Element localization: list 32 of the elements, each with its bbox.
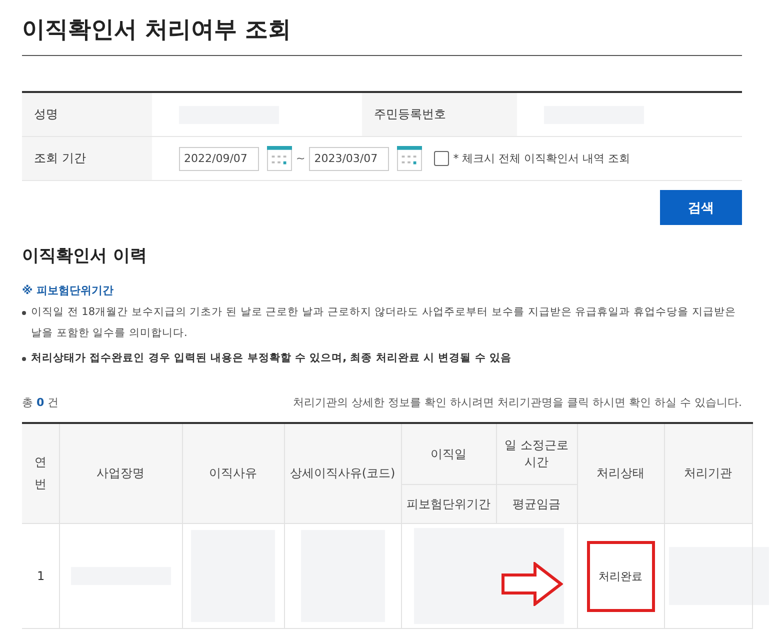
column-header: 이직일 — [401, 423, 496, 484]
column-header: 피보험단위기간 — [401, 484, 496, 524]
checkbox[interactable] — [434, 151, 450, 166]
bullet-icon — [22, 357, 26, 361]
date-field[interactable]: 2022/09/07 — [179, 146, 259, 170]
date-separator: ~ — [296, 152, 306, 165]
calendar-icon[interactable] — [267, 146, 292, 171]
date-field[interactable]: 2023/03/07 — [309, 146, 390, 170]
column-header: 연번 — [22, 423, 59, 524]
page-title: 이직확인서 처리여부 조회 — [22, 14, 742, 56]
status-text: 처리완료 — [586, 540, 654, 612]
field-label: 주민등록번호 — [362, 93, 517, 136]
column-header: 상세이직사유(코드) — [284, 423, 401, 524]
note-text: 이직일 전 18개월간 보수지급의 기초가 된 날로 근로한 날과 근로하지 않더라도 사업주로부터 보수를 지급받은 유급휴일과 휴업수당을 지급받은 날을 포함한 일수를 의미합니다. — [31, 305, 737, 341]
column-header: 일 소정근로시간 — [496, 423, 577, 484]
column-header: 평균임금 — [496, 484, 577, 524]
column-header: 이직사유 — [182, 423, 284, 524]
result-count: 총 0 건 — [22, 395, 59, 410]
checkbox-label: * 체크시 전체 이직확인서 내역 조회 — [453, 151, 630, 166]
column-header: 처리기관 — [664, 423, 752, 524]
search-button[interactable]: 검색 — [660, 190, 742, 225]
column-header: 사업장명 — [59, 423, 182, 524]
field-label: 조회 기간 — [22, 137, 152, 180]
note-title: ※ 피보험단위기간 — [22, 283, 115, 298]
bullet-icon — [22, 311, 26, 315]
note-text: 처리상태가 접수완료인 경우 입력된 내용은 부정확할 수 있으며, 최종 처리완료 시 변경될 수 있음 — [31, 351, 512, 366]
calendar-icon[interactable] — [397, 146, 422, 171]
section-title: 이직확인서 이력 — [22, 245, 148, 267]
table-cell: 1 — [22, 524, 59, 628]
field-label: 성명 — [22, 93, 152, 136]
column-header: 처리상태 — [577, 423, 664, 524]
hint-text: 처리기관의 상세한 정보를 확인 하시려면 처리기관명을 클릭 하시면 확인 하실 수 있습니다. — [293, 395, 742, 410]
